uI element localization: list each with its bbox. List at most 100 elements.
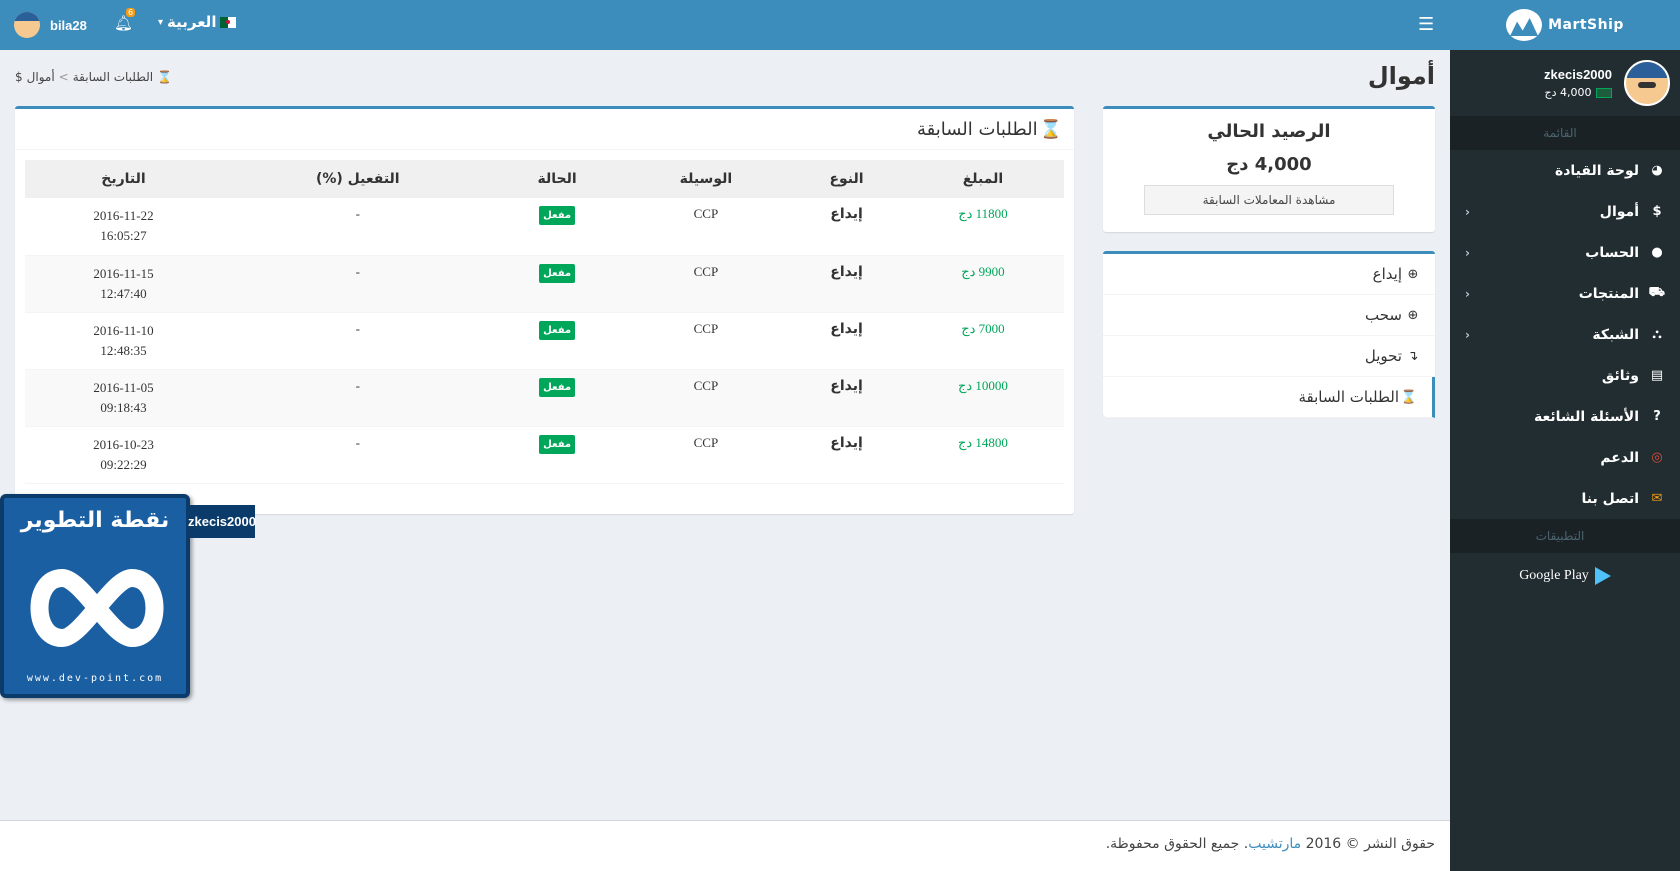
type-cell: إيداع: [791, 312, 902, 370]
language-label: العربية: [167, 13, 217, 31]
user-menu[interactable]: bila28: [14, 12, 87, 38]
type-cell: إيداع: [791, 369, 902, 427]
time-value: 09:18:43: [100, 399, 147, 415]
method-cell: CCP: [620, 198, 792, 256]
footer-link[interactable]: مارتشيب: [1248, 836, 1301, 852]
chevron-left-icon: ‹: [1465, 204, 1470, 219]
sidebar-item-label: أموال: [1599, 203, 1639, 220]
breadcrumb-root[interactable]: أموال: [27, 70, 55, 84]
menu-header: القائمة: [1450, 116, 1680, 150]
status-cell: مفعل: [493, 369, 621, 427]
activation-cell: -: [221, 426, 494, 484]
sidebar-toggle-button[interactable]: ☰: [1418, 14, 1434, 35]
status-cell: مفعل: [493, 255, 621, 313]
funds-actions: ⊕ إيداع ⊕ سحب ↴ تحويل ⌛ الطلبات السابقة: [1103, 251, 1435, 418]
logo[interactable]: MartShip: [1450, 0, 1680, 50]
newspaper-icon: ▤: [1650, 368, 1664, 383]
breadcrumb-current: الطلبات السابقة: [72, 70, 154, 84]
amount-cell: 11800 دج: [901, 198, 1064, 256]
sidebar-item-network[interactable]: ⛬ الشبكة ‹: [1450, 314, 1680, 355]
sidebar-item-documents[interactable]: ▤ وثائق: [1450, 355, 1680, 396]
google-play-link[interactable]: Google Play: [1450, 553, 1680, 599]
footer: حقوق النشر © 2016 مارتشيب. جميع الحقوق م…: [0, 820, 1450, 871]
avatar: [1624, 60, 1670, 106]
action-label: الطلبات السابقة: [1298, 388, 1400, 406]
google-play-icon: [1594, 567, 1611, 585]
lifebuoy-icon: ◎: [1651, 450, 1663, 465]
column-header: النوع: [791, 160, 902, 198]
column-header: التاريخ: [25, 160, 222, 198]
type-cell: إيداع: [791, 255, 902, 313]
sidebar-item-label: الأسئلة الشائعة: [1534, 408, 1639, 425]
method-cell: CCP: [620, 426, 792, 484]
hourglass-icon: ⌛: [1039, 118, 1062, 140]
status-cell: مفعل: [493, 198, 621, 256]
sidebar: MartShip zkecis2000 4,000 دج القائمة ◕ ل…: [1450, 0, 1680, 871]
notifications-badge: 6: [126, 8, 136, 17]
sidebar-item-contact[interactable]: ✉ اتصل بنا: [1450, 478, 1680, 519]
username: bila28: [50, 17, 87, 33]
sidebar-item-label: الشبكة: [1592, 326, 1639, 343]
activation-cell: -: [221, 255, 494, 313]
activation-cell: -: [221, 369, 494, 427]
watermark-username-tag: zkecis2000: [188, 505, 256, 538]
action-transfer[interactable]: ↴ تحويل: [1103, 336, 1435, 377]
hamburger-icon: ☰: [1418, 14, 1435, 35]
amount-cell: 9900 دج: [901, 255, 1064, 313]
watermark-logo: نقطة التطوير www.dev-point.com: [0, 494, 190, 698]
date-cell: 2016-11-10 12:48:35: [25, 312, 222, 370]
sidebar-item-label: الدعم: [1600, 449, 1639, 466]
action-withdraw[interactable]: ⊕ سحب: [1103, 295, 1435, 336]
sidebar-item-support[interactable]: ◎ الدعم: [1450, 437, 1680, 478]
date-value: 2016-10-23: [93, 436, 154, 452]
watermark-url: www.dev-point.com: [26, 673, 164, 684]
infinity-logo-icon: [30, 568, 164, 648]
view-transactions-button[interactable]: مشاهدة المعاملات السابقة: [1144, 185, 1394, 215]
logo-text: MartShip: [1548, 17, 1624, 33]
activation-cell: -: [221, 312, 494, 370]
footer-rights: . جميع الحقوق محفوظة.: [1105, 836, 1249, 852]
breadcrumb-separator: >: [58, 70, 69, 84]
main-content: أموال ⌛ الطلبات السابقة > أموال $ الرصيد…: [0, 50, 1450, 820]
sidebar-item-account[interactable]: ● الحساب ‹: [1450, 232, 1680, 273]
date-cell: 2016-10-23 09:22:29: [25, 426, 222, 484]
sidebar-item-label: المنتجات: [1578, 285, 1639, 302]
avatar: [14, 12, 40, 38]
status-cell: مفعل: [493, 426, 621, 484]
action-deposit[interactable]: ⊕ إيداع: [1103, 254, 1435, 295]
action-previous-requests[interactable]: ⌛ الطلبات السابقة: [1103, 377, 1435, 418]
orders-header: ⌛ الطلبات السابقة: [15, 109, 1074, 150]
watermark-title: نقطة التطوير: [20, 508, 170, 533]
amount-cell: 14800 دج: [901, 426, 1064, 484]
column-header: الحالة: [493, 160, 621, 198]
sidebar-item-faq[interactable]: ? الأسئلة الشائعة: [1450, 396, 1680, 437]
sidebar-item-dashboard[interactable]: ◕ لوحة القيادة: [1450, 150, 1680, 191]
language-dropdown[interactable]: ▾ العربية: [158, 13, 237, 31]
balance-box: الرصيد الحالي 4,000 دج مشاهدة المعاملات …: [1103, 106, 1435, 232]
sidebar-item-products[interactable]: ⛟ المنتجات ‹: [1450, 273, 1680, 314]
notifications-button[interactable]: 🔔︎ 6: [114, 8, 136, 32]
sidebar-item-label: لوحة القيادة: [1554, 162, 1639, 179]
table-row: 9900 دج إيداع CCP مفعل - 2016-11-15 12:47…: [25, 255, 1064, 313]
orders-table: المبلغ النوع الوسيلة الحالة التفعيل (%) …: [25, 160, 1064, 484]
date-cell: 2016-11-22 16:05:27: [25, 198, 222, 256]
table-row: 14800 دج إيداع CCP مفعل - 2016-10-23 09:2…: [25, 426, 1064, 484]
chevron-left-icon: ‹: [1465, 286, 1470, 301]
chevron-left-icon: ‹: [1465, 245, 1470, 260]
google-play-label: Google Play: [1519, 568, 1589, 583]
type-cell: إيداع: [791, 198, 902, 256]
sidebar-item-funds[interactable]: $ أموال ‹: [1450, 191, 1680, 232]
date-value: 2016-11-15: [93, 265, 154, 281]
balance-amount: 4,000 دج: [1226, 154, 1312, 175]
user-icon: ●: [1651, 245, 1663, 260]
envelope-icon: ✉: [1651, 491, 1663, 506]
sidebar-item-label: الحساب: [1585, 244, 1639, 261]
amount-cell: 7000 دج: [901, 312, 1064, 370]
activation-cell: -: [221, 198, 494, 256]
date-value: 2016-11-05: [93, 379, 154, 395]
top-navbar: bila28 🔔︎ 6 ▾ العربية ☰: [0, 0, 1450, 50]
transfer-icon: ↴: [1407, 348, 1419, 364]
status-badge: مفعل: [539, 263, 576, 283]
date-value: 2016-11-22: [93, 208, 154, 223]
sidebar-item-label: وثائق: [1601, 367, 1639, 384]
